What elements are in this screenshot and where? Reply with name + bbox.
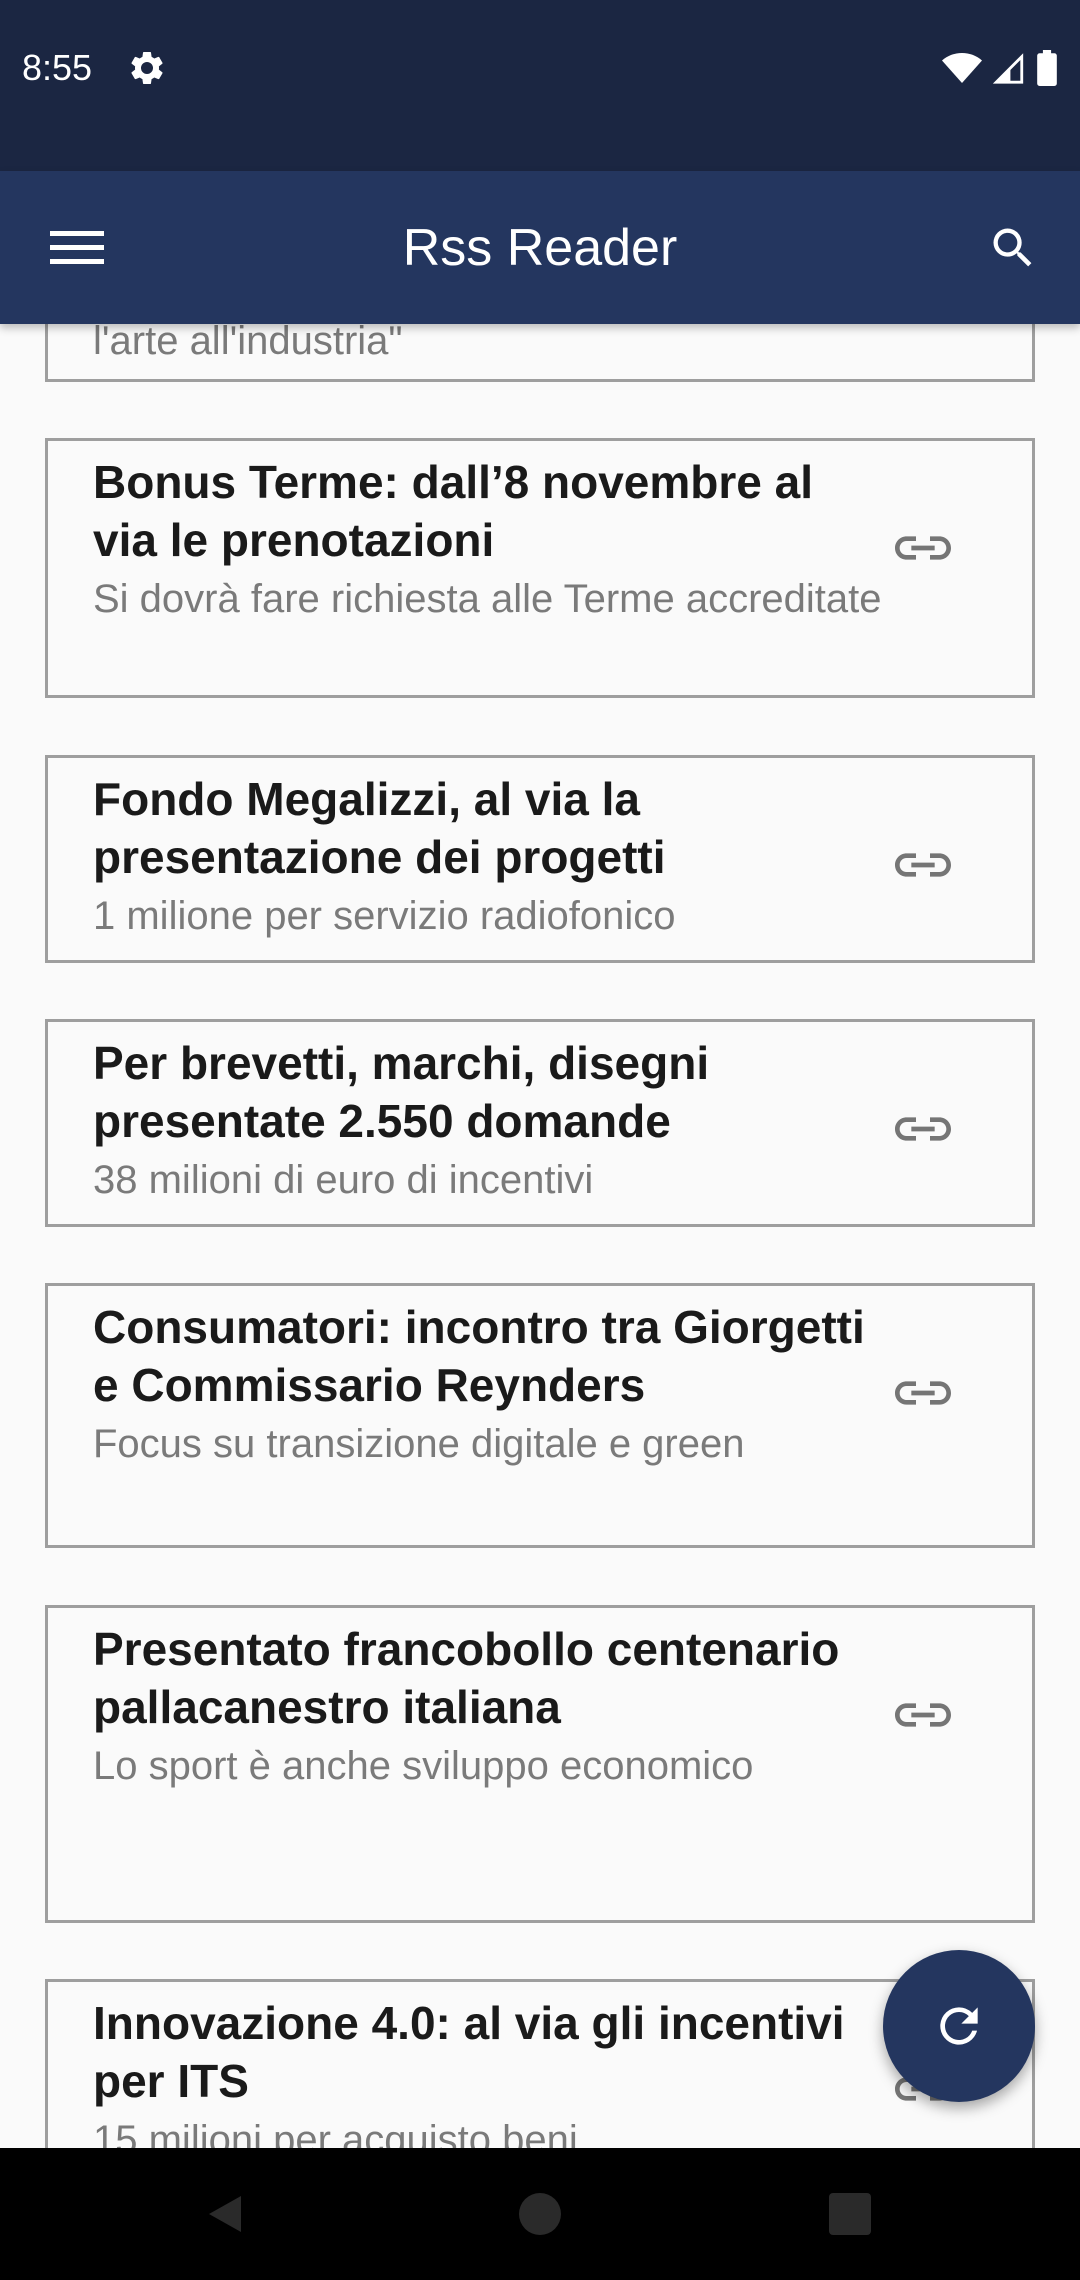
article-card[interactable]: Consumatori: incontro tra Giorgetti e Co…	[45, 1283, 1035, 1548]
article-subtitle: l'arte all'industria"	[93, 324, 403, 363]
article-subtitle: Focus su transizione digitale e green	[93, 1422, 745, 1466]
recents-icon[interactable]	[829, 2193, 871, 2235]
refresh-button[interactable]	[883, 1950, 1035, 2102]
link-icon[interactable]	[895, 533, 951, 563]
article-subtitle: 38 milioni di euro di incentivi	[93, 1158, 594, 1202]
app-title: Rss Reader	[402, 219, 678, 277]
article-card[interactable]: Presentato francobollo centenario pallac…	[45, 1605, 1035, 1923]
article-subtitle: Si dovrà fare richiesta alle Terme accre…	[93, 577, 882, 621]
battery-icon	[1037, 50, 1057, 86]
link-icon[interactable]	[895, 1378, 951, 1408]
article-title: Fondo Megalizzi, al via la presentazione…	[93, 773, 666, 883]
status-time: 8:55	[22, 47, 93, 88]
status-bar: 8:55	[0, 0, 1080, 171]
app-bar: Rss Reader	[0, 171, 1080, 324]
back-icon[interactable]	[205, 2194, 245, 2234]
article-subtitle: 1 milione per servizio radiofonico	[93, 894, 676, 938]
status-icons	[942, 48, 1058, 88]
link-icon[interactable]	[895, 850, 951, 880]
search-icon	[993, 228, 1032, 267]
article-title: Presentato francobollo centenario pallac…	[93, 1623, 840, 1733]
cell-signal-icon	[992, 53, 1024, 84]
article-list[interactable]: l'arte all'industria" Bonus Terme: dall’…	[0, 324, 1080, 2148]
link-icon[interactable]	[895, 1700, 951, 1730]
article-card[interactable]: Fondo Megalizzi, al via la presentazione…	[45, 755, 1035, 963]
article-title: Per brevetti, marchi, disegni presentate…	[93, 1037, 710, 1147]
refresh-icon	[940, 2007, 978, 2045]
link-icon[interactable]	[895, 1114, 951, 1144]
gear-icon	[131, 51, 163, 84]
article-subtitle: 15 milioni per acquisto beni	[93, 2118, 578, 2148]
search-button[interactable]	[976, 211, 1050, 285]
article-card[interactable]: Bonus Terme: dall’8 novembre al via le p…	[45, 438, 1035, 698]
article-title: Bonus Terme: dall’8 novembre al via le p…	[93, 456, 814, 566]
article-subtitle: Lo sport è anche sviluppo economico	[93, 1744, 754, 1788]
article-card[interactable]: l'arte all'industria"	[45, 324, 1035, 382]
home-icon[interactable]	[519, 2193, 561, 2235]
article-card[interactable]: Per brevetti, marchi, disegni presentate…	[45, 1019, 1035, 1227]
article-title: Innovazione 4.0: al via gli incentivi pe…	[93, 1997, 845, 2107]
wifi-icon	[942, 53, 982, 83]
article-title: Consumatori: incontro tra Giorgetti e Co…	[93, 1301, 865, 1411]
